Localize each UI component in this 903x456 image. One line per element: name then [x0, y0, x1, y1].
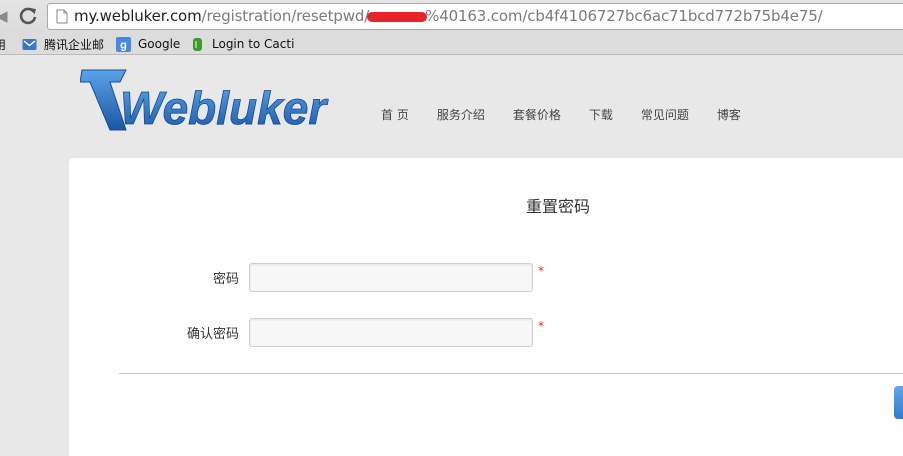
form-divider [119, 373, 903, 374]
nav-item-faq[interactable]: 常见问题 [641, 106, 689, 123]
bookmark-item-tencent-mail[interactable]: 腾讯企业邮 [22, 36, 104, 52]
redaction-mark [367, 11, 428, 22]
bookmark-label: 腾讯企业邮 [44, 37, 105, 52]
webluker-logo[interactable]: Webluker [80, 68, 340, 132]
bookmark-label: Google [138, 37, 181, 51]
password-field[interactable] [249, 263, 533, 292]
submit-button[interactable] [894, 386, 903, 419]
nav-item-download[interactable]: 下载 [589, 106, 613, 123]
reload-icon[interactable] [17, 5, 39, 27]
page-icon [56, 9, 68, 24]
confirm-password-field[interactable] [249, 318, 533, 347]
bookmark-label: Login to Cacti [212, 37, 295, 51]
svg-text:g: g [120, 39, 127, 51]
bookmark-item-google[interactable]: g Google [116, 36, 180, 52]
page-body: Webluker 首 页 服务介绍 套餐价格 下载 常见问题 博客 重置密码 密… [0, 56, 903, 456]
url-path-start: /registration/resetpwd/ [201, 7, 370, 25]
url-host: my.webluker.com [74, 7, 202, 25]
nav-item-services[interactable]: 服务介绍 [437, 106, 485, 123]
google-icon: g [116, 36, 131, 52]
url-text: my.webluker.com/registration/resetpwd/ %4… [74, 7, 823, 25]
bookmark-item-cut[interactable]: 用 [0, 36, 6, 52]
main-nav: 首 页 服务介绍 套餐价格 下载 常见问题 博客 [381, 106, 769, 123]
nav-item-blog[interactable]: 博客 [717, 106, 741, 123]
nav-item-home[interactable]: 首 页 [381, 106, 409, 123]
svg-text:Webluker: Webluker [120, 82, 328, 132]
cacti-icon [193, 37, 202, 51]
bookmark-label: 用 [0, 37, 7, 52]
required-mark: * [538, 264, 544, 278]
reset-password-card: 重置密码 密码 * 确认密码 * [69, 158, 903, 456]
page-title: 重置密码 [526, 197, 591, 216]
bookmark-item-cacti[interactable]: Login to Cacti [190, 36, 294, 52]
address-bar[interactable]: my.webluker.com/registration/resetpwd/ %4… [47, 3, 903, 30]
tencent-mail-icon [22, 38, 37, 50]
bookmarks-bar: 用 腾讯企业邮 g Google Login to Cacti [0, 33, 903, 55]
browser-toolbar: ◀ my.webluker.com/registration/resetpwd/… [0, 0, 903, 33]
confirm-password-label: 确认密码 [186, 327, 239, 342]
url-path-end: %40163.com/cb4f4106727bc6ac71bcd772b75b4… [425, 7, 823, 25]
nav-item-pricing[interactable]: 套餐价格 [513, 106, 561, 123]
back-arrow-icon[interactable]: ◀ [0, 8, 8, 24]
password-label: 密码 [212, 272, 239, 287]
required-mark: * [538, 319, 544, 333]
